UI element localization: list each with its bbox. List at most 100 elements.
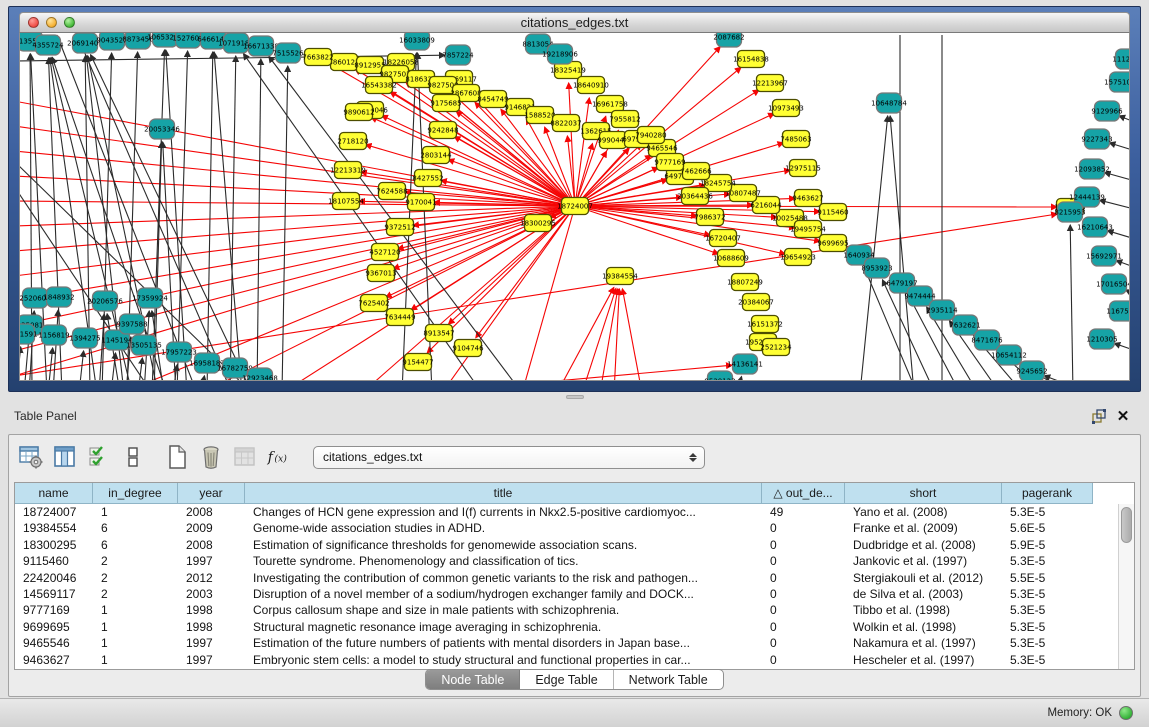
graph-node[interactable]: 1210305 (1086, 329, 1117, 349)
table-selector-dropdown[interactable]: citations_edges.txt (313, 446, 705, 469)
network-window-titlebar[interactable]: citations_edges.txt (19, 12, 1130, 33)
select-columns-button[interactable] (85, 443, 113, 471)
graph-node[interactable]: 16720407 (705, 230, 741, 247)
float-panel-button[interactable] (1087, 406, 1111, 426)
graph-node[interactable]: 4527120 (369, 244, 400, 261)
column-header-year[interactable]: year (178, 483, 245, 504)
graph-node[interactable]: 12213319 (330, 162, 366, 179)
graph-node[interactable]: 9463627 (792, 190, 823, 207)
graph-node[interactable]: 9245652 (1016, 361, 1047, 380)
graph-node[interactable]: 20384067 (738, 294, 774, 311)
graph-node[interactable]: 8913547 (423, 325, 454, 342)
new-column-button[interactable] (163, 443, 191, 471)
graph-node[interactable]: 12093852 (1074, 159, 1110, 179)
graph-node[interactable]: 7857224 (442, 45, 474, 65)
graph-node[interactable]: 10973493 (768, 100, 804, 117)
column-header-title[interactable]: title (245, 483, 762, 504)
graph-node[interactable]: 2718120 (337, 133, 368, 150)
row-height-button[interactable] (119, 443, 147, 471)
table-row[interactable]: 2242004622012Investigating the contribut… (15, 570, 1117, 586)
tab-node-table[interactable]: Node Table (426, 670, 520, 689)
memory-ok-indicator[interactable] (1119, 706, 1133, 720)
graph-node[interactable]: 7986372 (694, 209, 725, 226)
graph-node[interactable]: 18107554 (328, 193, 364, 210)
graph-node[interactable]: 2087682 (713, 33, 744, 47)
graph-node[interactable]: 12213967 (752, 75, 788, 92)
graph-node[interactable]: 18807249 (727, 274, 763, 291)
graph-node[interactable]: 8822037 (550, 115, 581, 132)
graph-node[interactable]: 16543382 (361, 77, 397, 94)
graph-node[interactable]: 1156819 (38, 325, 69, 345)
graph-node[interactable]: 7624588 (376, 183, 407, 200)
graph-node[interactable]: 1112843 (1112, 49, 1130, 69)
split-divider[interactable] (8, 393, 1141, 400)
graph-node[interactable]: 7940280 (635, 127, 666, 144)
graph-node[interactable]: 9890612 (343, 104, 374, 121)
graph-node[interactable]: 9154477 (402, 354, 433, 371)
table-vertical-scrollbar[interactable] (1118, 504, 1134, 669)
graph-node[interactable]: 8953923 (861, 258, 892, 278)
graph-node[interactable]: 9777169 (654, 154, 685, 171)
graph-node[interactable]: 20364436 (677, 188, 713, 205)
graph-node[interactable]: 9170041 (405, 194, 436, 211)
graph-node[interactable]: 7955812 (609, 111, 640, 128)
graph-node[interactable]: 2521234 (760, 339, 792, 356)
table-row[interactable]: 946554611997Estimation of the future num… (15, 635, 1117, 651)
network-canvas[interactable]: 1872400718300295886012389129551822605898… (19, 33, 1130, 381)
delete-column-button[interactable] (197, 443, 225, 471)
show-columns-button[interactable] (51, 443, 79, 471)
table-row[interactable]: 1938455462009Genome-wide association stu… (15, 520, 1117, 536)
graph-node[interactable]: 15751074 (1104, 72, 1130, 92)
graph-node[interactable]: 9699695 (817, 235, 848, 252)
graph-node[interactable]: 14136141 (727, 354, 763, 374)
table-row[interactable]: 969969511998Structural magnetic resonanc… (15, 619, 1117, 635)
graph-node[interactable]: 9367013 (365, 265, 396, 282)
graph-node[interactable]: 18724007 (557, 198, 593, 215)
graph-node[interactable]: 20053346 (144, 119, 180, 139)
table-row[interactable]: 1830029562008Estimation of significance … (15, 537, 1117, 553)
column-header-in_degree[interactable]: in_degree (93, 483, 178, 504)
graph-node[interactable]: 16033809 (399, 33, 435, 50)
table-row[interactable]: 1456911722003Disruption of a novel membe… (15, 586, 1117, 602)
graph-node[interactable]: 7634449 (384, 309, 415, 326)
table-row[interactable]: 977716911998Corpus callosum shape and si… (15, 602, 1117, 618)
column-header-out_de[interactable]: △ out_de... (762, 483, 845, 504)
graph-node[interactable]: 9175685 (430, 95, 461, 112)
close-panel-button[interactable]: ✕ (1111, 406, 1135, 426)
graph-node[interactable]: 9227343 (1081, 129, 1112, 149)
function-builder-button[interactable]: f (x) (265, 443, 293, 471)
graph-node[interactable]: 18640910 (573, 77, 609, 94)
graph-node[interactable]: 9104746 (452, 340, 484, 357)
scrollbar-thumb[interactable] (1121, 507, 1132, 543)
column-header-short[interactable]: short (845, 483, 1002, 504)
tab-network-table[interactable]: Network Table (614, 670, 723, 689)
table-mode-button[interactable] (17, 443, 45, 471)
graph-node[interactable]: 7485063 (780, 131, 811, 148)
graph-node[interactable]: 9372512 (384, 219, 415, 236)
graph-node[interactable]: 1394275 (69, 328, 100, 348)
graph-node[interactable]: 15692971 (1086, 246, 1122, 266)
split-grip[interactable] (566, 395, 584, 399)
graph-node[interactable]: 16210643 (1077, 217, 1113, 237)
network-graph-svg[interactable]: 1872400718300295886012389129551822605898… (20, 33, 1130, 380)
graph-node[interactable]: 8427552 (412, 170, 443, 187)
table-row[interactable]: 1872400712008Changes of HCN gene express… (15, 504, 1117, 520)
table-row[interactable]: 946362711997Embryonic stem cells: a mode… (15, 652, 1117, 668)
graph-node[interactable]: 16154838 (733, 51, 769, 68)
graph-node[interactable]: 16151372 (747, 316, 783, 333)
tab-edge-table[interactable]: Edge Table (520, 670, 613, 689)
column-header-pagerank[interactable]: pagerank (1002, 483, 1093, 504)
graph-node[interactable]: 10688609 (713, 250, 749, 267)
graph-node[interactable]: 9129966 (1091, 101, 1123, 121)
graph-node[interactable]: 12975115 (785, 160, 821, 177)
graph-node[interactable]: 20206576 (87, 291, 123, 311)
graph-node[interactable]: 7515526 (272, 43, 304, 63)
column-header-name[interactable]: name (15, 483, 93, 504)
graph-node[interactable]: 7625402 (358, 295, 389, 312)
graph-node[interactable]: 19654923 (780, 249, 816, 266)
import-table-button[interactable] (231, 443, 259, 471)
graph-node[interactable]: 7663822 (302, 49, 333, 66)
graph-node[interactable]: 17016504 (1096, 274, 1130, 294)
graph-node[interactable]: 9397588 (116, 314, 147, 334)
graph-node[interactable]: 1848932 (43, 287, 74, 307)
